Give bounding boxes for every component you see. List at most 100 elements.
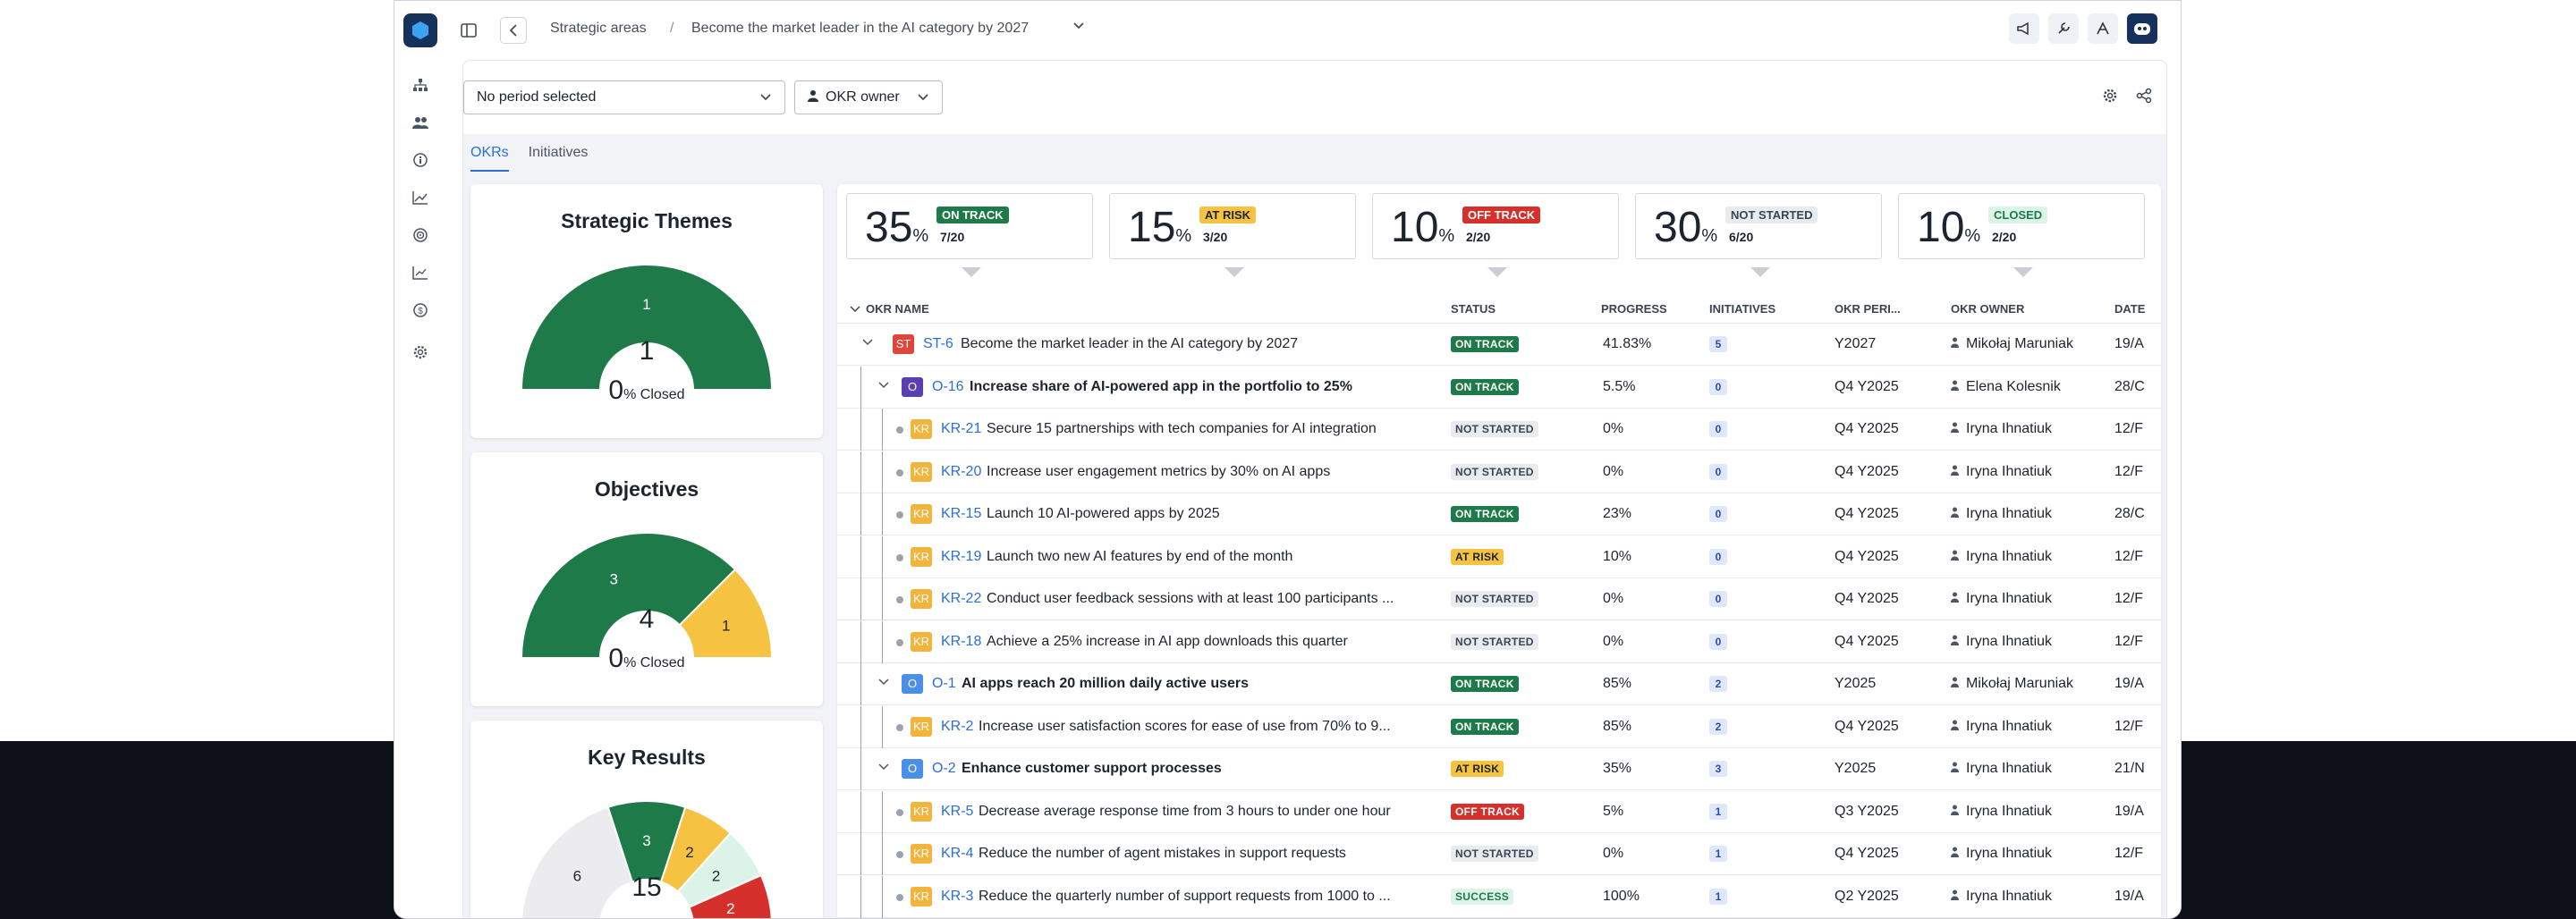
initiatives-count[interactable]: 0	[1709, 463, 1727, 480]
table-row[interactable]: KR KR-22 Conduct user feedback sessions wi…	[837, 578, 2161, 620]
initiatives-count[interactable]: 0	[1709, 378, 1727, 395]
okr-name[interactable]: Increase share of AI-powered app in the …	[970, 379, 1442, 395]
initiatives-count[interactable]: 2	[1709, 718, 1727, 735]
okr-name[interactable]: Launch two new AI features by end of the…	[987, 549, 1442, 565]
initiatives-count[interactable]: 0	[1709, 633, 1727, 650]
table-row[interactable]: O O-16 Increase share of AI-powered app in…	[837, 366, 2161, 409]
okr-code-link[interactable]: O-2	[932, 761, 956, 777]
period-select[interactable]: No period selected	[463, 80, 785, 114]
table-row[interactable]: KR KR-5 Decrease average response time fro…	[837, 790, 2161, 833]
tree-line	[882, 790, 883, 833]
okr-code-link[interactable]: O-1	[932, 676, 956, 692]
settings-gear-icon[interactable]	[2102, 88, 2118, 108]
initiatives-count[interactable]: 1	[1709, 803, 1727, 820]
okr-name[interactable]: Decrease average response time from 3 ho…	[979, 804, 1442, 820]
initiatives-count[interactable]: 5	[1709, 336, 1727, 352]
chevron-down-icon[interactable]	[862, 334, 873, 349]
initiatives-count[interactable]: 2	[1709, 676, 1727, 692]
table-row[interactable]: KR KR-15 Launch 10 AI-powered apps by 2025…	[837, 493, 2161, 535]
okr-name[interactable]: Reduce the number of agent mistakes in s…	[979, 846, 1442, 862]
okr-name[interactable]: AI apps reach 20 million daily active us…	[962, 676, 1442, 692]
initiatives-count[interactable]: 3	[1709, 761, 1727, 777]
okr-code-link[interactable]: KR-18	[941, 634, 981, 650]
okr-name[interactable]: Achieve a 25% increase in AI app downloa…	[987, 634, 1442, 650]
initiatives-count[interactable]: 0	[1709, 506, 1727, 522]
okr-code-link[interactable]: KR-21	[941, 421, 981, 437]
okr-code-link[interactable]: KR-2	[941, 719, 973, 735]
tab-initiatives[interactable]: Initiatives	[529, 145, 589, 172]
okr-name[interactable]: Enhance customer support processes	[962, 761, 1442, 777]
col-date[interactable]: DATE	[2114, 302, 2145, 316]
sidebar-toggle-icon[interactable]	[455, 17, 482, 44]
col-status[interactable]: STATUS	[1451, 302, 1496, 316]
okr-owner-select[interactable]: OKR owner	[794, 80, 943, 114]
okr-code-link[interactable]: KR-15	[941, 506, 981, 522]
back-button[interactable]	[500, 17, 527, 44]
okr-name[interactable]: Become the market leader in the AI categ…	[961, 336, 1442, 352]
initiatives-count[interactable]: 0	[1709, 421, 1727, 437]
app-logo[interactable]	[403, 13, 437, 47]
okr-code-link[interactable]: KR-22	[941, 591, 981, 607]
line-chart-icon[interactable]	[411, 190, 430, 210]
gauge-segment[interactable]	[520, 264, 774, 391]
table-row[interactable]: KR KR-2 Increase user satisfaction scores …	[837, 705, 2161, 748]
megaphone-icon[interactable]	[2009, 13, 2039, 44]
wrench-icon[interactable]	[2048, 13, 2079, 44]
okr-name[interactable]: Secure 15 partnerships with tech compani…	[987, 421, 1442, 437]
col-okr-period[interactable]: OKR PERI...	[1835, 302, 1901, 316]
initiatives-count[interactable]: 1	[1709, 888, 1727, 905]
table-row[interactable]: KR KR-4 Reduce the number of agent mistake…	[837, 833, 2161, 875]
initiatives-count[interactable]: 1	[1709, 846, 1727, 862]
okr-code-link[interactable]: KR-19	[941, 549, 981, 565]
col-initiatives[interactable]: INITIATIVES	[1709, 302, 1775, 316]
chevron-down-icon[interactable]	[878, 674, 889, 688]
table-row[interactable]: O O-1 AI apps reach 20 million daily activ…	[837, 663, 2161, 705]
chevron-down-icon[interactable]	[850, 302, 860, 316]
okr-code-link[interactable]: ST-6	[923, 336, 953, 352]
chevron-down-icon[interactable]	[878, 377, 889, 392]
col-okr-name[interactable]: OKR NAME	[866, 302, 929, 316]
okr-code-link[interactable]: KR-20	[941, 464, 981, 480]
okr-name[interactable]: Conduct user feedback sessions with at l…	[987, 591, 1442, 607]
table-row[interactable]: KR KR-3 Reduce the quarterly number of sup…	[837, 875, 2161, 918]
settings-gear-icon[interactable]	[411, 344, 430, 364]
table-row[interactable]: O O-2 Enhance customer support processes AT…	[837, 748, 2161, 790]
okr-name[interactable]: Reduce the quarterly number of support r…	[979, 889, 1442, 905]
text-format-icon[interactable]	[2088, 13, 2118, 44]
info-icon[interactable]	[411, 153, 430, 173]
table-row[interactable]: ST ST-6 Become the market leader in the AI…	[837, 324, 2161, 366]
table-row[interactable]: KR KR-20 Increase user engagement metrics …	[837, 451, 2161, 493]
status-tile[interactable]: 10% CLOSED 2/20	[1898, 193, 2145, 277]
status-tile[interactable]: 15% AT RISK 3/20	[1109, 193, 1356, 277]
okr-code-link[interactable]: O-16	[932, 379, 964, 395]
share-icon[interactable]	[2136, 88, 2152, 108]
chevron-down-icon[interactable]	[878, 759, 889, 773]
bar-chart-icon[interactable]	[411, 266, 430, 285]
table-row[interactable]: KR KR-18 Achieve a 25% increase in AI app …	[837, 620, 2161, 663]
okr-name[interactable]: Increase user satisfaction scores for ea…	[979, 719, 1442, 735]
okr-code-link[interactable]: KR-4	[941, 846, 973, 862]
bot-avatar-icon[interactable]	[2127, 13, 2157, 44]
okr-code-link[interactable]: KR-3	[941, 889, 973, 905]
chevron-down-icon[interactable]	[1072, 19, 1085, 35]
users-icon[interactable]	[411, 115, 430, 135]
table-row[interactable]: KR KR-21 Secure 15 partnerships with tech …	[837, 409, 2161, 451]
dollar-icon[interactable]: $	[411, 303, 430, 323]
okr-name[interactable]: Increase user engagement metrics by 30% …	[987, 464, 1442, 480]
col-okr-owner[interactable]: OKR OWNER	[1951, 302, 2024, 316]
initiatives-count[interactable]: 0	[1709, 591, 1727, 607]
breadcrumb-current[interactable]: Become the market leader in the AI categ…	[691, 21, 1029, 37]
status-tile[interactable]: 30% NOT STARTED 6/20	[1635, 193, 1882, 277]
okr-code-link[interactable]: KR-5	[941, 804, 973, 820]
okr-name[interactable]: Launch 10 AI-powered apps by 2025	[987, 506, 1442, 522]
okr-period: Y2025	[1835, 761, 1877, 776]
col-progress[interactable]: PROGRESS	[1601, 302, 1667, 316]
target-icon[interactable]	[411, 228, 430, 248]
org-chart-icon[interactable]	[411, 78, 430, 97]
table-row[interactable]: KR KR-19 Launch two new AI features by end…	[837, 535, 2161, 578]
breadcrumb-strategic-areas[interactable]: Strategic areas	[550, 21, 647, 37]
status-tile[interactable]: 10% OFF TRACK 2/20	[1372, 193, 1619, 277]
status-tile[interactable]: 35% ON TRACK 7/20	[846, 193, 1093, 277]
tab-okrs[interactable]: OKRs	[470, 145, 509, 172]
initiatives-count[interactable]: 0	[1709, 548, 1727, 565]
